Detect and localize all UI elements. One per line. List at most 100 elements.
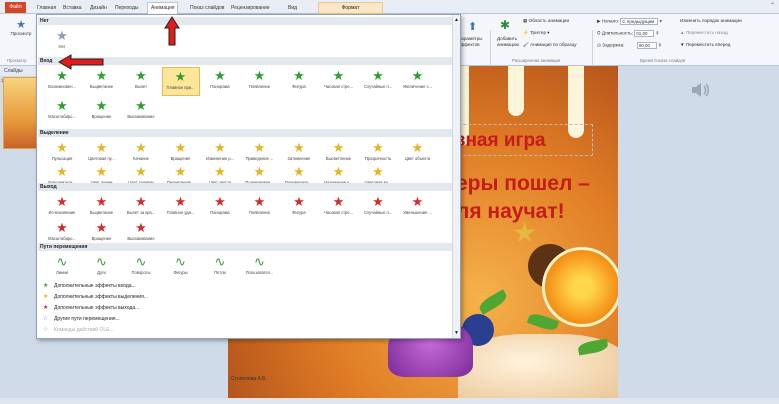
tab-transitions[interactable]: Переходы	[115, 3, 138, 13]
effect-star-icon: ★	[135, 98, 147, 113]
animation-effect[interactable]: ★ Уменьшение ...	[399, 193, 437, 222]
animation-pane-button[interactable]: ▦ Область анимации	[523, 18, 569, 24]
effect-star-icon: ★	[95, 220, 108, 235]
tab-insert[interactable]: Вставка	[63, 3, 82, 13]
animation-effect[interactable]: ★ Вращение	[83, 97, 121, 126]
effect-star-icon: ★	[56, 220, 68, 235]
effect-star-icon: ∿	[214, 254, 226, 269]
delay-field[interactable]: ◷ Задержка: 00,00 ⇕	[597, 42, 662, 49]
more-exit-effects[interactable]: ★ Дополнительные эффекты выхода...	[43, 304, 139, 311]
effect-label: Выскакивание	[127, 236, 155, 241]
animation-effect[interactable]: ★ Цвет объекта	[399, 139, 437, 168]
animation-effect[interactable]: ★ Фигура	[280, 193, 318, 222]
start-field[interactable]: ▶ Начало: С предыдущим ▾	[597, 18, 662, 25]
animation-effect[interactable]: ★ Случайные п...	[359, 193, 397, 222]
effect-star-icon: ★	[135, 164, 147, 179]
ribbon-separator	[490, 30, 491, 66]
none-star-icon: ★	[56, 28, 68, 43]
more-emphasis-effects[interactable]: ★ Дополнительные эффекты выделения...	[43, 293, 148, 300]
tab-design[interactable]: Дизайн	[90, 3, 107, 13]
animation-effect[interactable]: ∿ Пользовател...	[241, 253, 279, 282]
gallery-scrollbar[interactable]: ▲ ▼	[452, 15, 460, 338]
tab-format[interactable]: Формат	[318, 2, 383, 14]
section-exit: Выход	[38, 183, 452, 191]
more-motion-paths[interactable]: ☆ Другие пути перемещения...	[43, 315, 120, 322]
animation-effect[interactable]: ★ Панорама	[201, 193, 239, 222]
add-animation-icon[interactable]: ✱	[500, 18, 510, 32]
trigger-icon: ⚡	[523, 30, 530, 35]
effect-label: Исчезновение	[48, 210, 76, 215]
effect-label: Прозрачность	[364, 156, 392, 161]
animation-effect[interactable]: ★ Возникновен...	[43, 67, 81, 96]
ribbon-collapse-icon[interactable]: ⌃	[770, 2, 775, 9]
add-animation-label-1[interactable]: Добавить	[497, 36, 517, 41]
animation-effect[interactable]: ★ Вылет за кра...	[122, 193, 160, 222]
effect-params-icon[interactable]: ⬆	[468, 20, 477, 33]
animation-effect[interactable]: ★ Вылет	[122, 67, 160, 96]
tab-review[interactable]: Рецензирование	[231, 3, 270, 13]
tab-home[interactable]: Главная	[37, 3, 56, 13]
trigger-button[interactable]: ⚡ Триггер ▾	[523, 30, 550, 36]
animation-effect[interactable]: ∿ Петли	[201, 253, 239, 282]
animation-effect[interactable]: ★ Выскакивание	[122, 97, 160, 126]
scroll-down-icon[interactable]: ▼	[454, 330, 459, 336]
animation-effect[interactable]: ★ Исчезновение	[43, 193, 81, 222]
animation-effect[interactable]: ★ Появление	[241, 193, 279, 222]
animation-effect[interactable]: ★ Выцветание	[83, 193, 121, 222]
section-none: Нет	[38, 17, 452, 25]
animation-effect[interactable]: ★ Плавное при...	[161, 67, 200, 96]
animation-effect[interactable]: ★ Часовая стре...	[320, 67, 358, 96]
delay-input[interactable]: 00,00	[636, 42, 657, 49]
effect-star-icon: ★	[372, 68, 384, 83]
animation-effect[interactable]: ★ Фигура	[280, 67, 318, 96]
effect-params-label-1[interactable]: Параметры	[458, 36, 483, 41]
effect-star-icon: ★	[56, 140, 68, 155]
scroll-up-icon[interactable]: ▲	[454, 17, 459, 23]
slides-tab[interactable]: Слайды	[0, 66, 40, 76]
effect-label: Дуги	[97, 270, 106, 275]
animation-painter-button[interactable]: 🖌 Анимация по образцу	[523, 42, 577, 48]
effect-none[interactable]: ★ Нет	[43, 27, 81, 56]
animation-effect[interactable]: ★ Увеличение с...	[399, 67, 437, 96]
tab-animations[interactable]: Анимация	[147, 2, 179, 14]
preview-button[interactable]: ★ Просмотр	[8, 18, 34, 36]
animation-effect[interactable]: ★ Случайные п...	[359, 67, 397, 96]
animation-effect[interactable]: ∿ Фигуры	[162, 253, 200, 282]
effect-star-icon: ∿	[175, 254, 186, 269]
effect-star-icon: ★	[95, 140, 108, 155]
animation-effect[interactable]: ★ Масштабиро...	[43, 97, 81, 126]
section-emphasis: Выделение	[38, 129, 452, 137]
animation-effect[interactable]: ★ Часовая стре...	[320, 193, 358, 222]
effect-star-icon: ★	[174, 140, 187, 155]
animation-effect[interactable]: ∿ Дуги	[83, 253, 121, 282]
duration-input[interactable]: 01,00	[634, 30, 655, 37]
tab-view[interactable]: Вид	[288, 3, 297, 13]
effect-label: Часовая стре...	[323, 210, 354, 215]
animation-effect[interactable]: ∿ Линии	[43, 253, 81, 282]
animation-effect[interactable]: ★ Плавное уда...	[162, 193, 200, 222]
decor-star-icon: ★	[512, 217, 538, 248]
speaker-icon[interactable]	[688, 78, 712, 102]
effect-star-icon: ★	[135, 68, 147, 83]
effect-label: Цветовая пу...	[88, 156, 115, 161]
effect-label: Случайные п...	[363, 84, 393, 89]
move-earlier-button[interactable]: ▲ Переместить назад	[680, 30, 728, 35]
slide-title-line2[interactable]: еры пошел –	[456, 172, 590, 196]
effect-params-label-2[interactable]: эффектов	[458, 42, 480, 47]
animation-effect[interactable]: ★ Появление	[241, 67, 279, 96]
add-animation-label-2[interactable]: анимацию	[497, 42, 519, 47]
duration-field[interactable]: ⏱ Длительность: 01,00 ⇕	[597, 30, 659, 37]
reorder-label: Изменить порядок анимации	[680, 18, 742, 23]
animation-effect[interactable]: ★ Панорама	[201, 67, 239, 96]
animation-effect[interactable]: ★ Выцветание	[83, 67, 121, 96]
move-later-button[interactable]: ▼ Переместить вперед	[680, 42, 730, 47]
slide-title-line1[interactable]: зная игра	[456, 130, 546, 152]
tab-slideshow[interactable]: Показ слайдов	[190, 3, 224, 13]
start-select[interactable]: С предыдущим	[620, 18, 659, 25]
more-entrance-effects[interactable]: ★ Дополнительные эффекты входа...	[43, 282, 136, 289]
advanced-group-label: Расширенная анимация	[512, 58, 561, 63]
slide-thumbnail[interactable]	[3, 77, 39, 149]
animation-effect[interactable]: ∿ Повороты	[122, 253, 160, 282]
tab-file[interactable]: Файл	[5, 2, 26, 13]
slide-title-line3[interactable]: ля научат!	[456, 200, 565, 224]
